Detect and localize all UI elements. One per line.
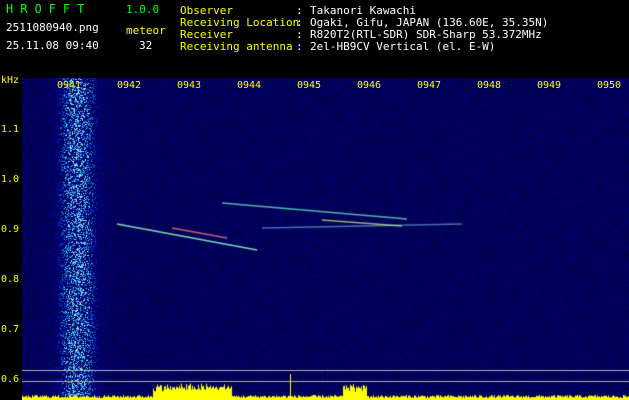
y-tick-label: 0.8 (1, 274, 20, 285)
app-version: 1.0.0 (126, 3, 160, 16)
file-name: 2511080940.png (6, 21, 99, 34)
capture-datetime: 25.11.08 09:40 (6, 39, 99, 52)
hrofft-window: HROFFT 1.0.0 2511080940.png meteor 25.11… (0, 0, 629, 400)
meteor-label: meteor (126, 24, 166, 37)
x-tick-label: 0944 (237, 80, 262, 91)
x-tick-label: 0943 (177, 80, 202, 91)
y-tick-label: 1.0 (1, 174, 20, 185)
x-tick-label: 0950 (597, 80, 622, 91)
app-logo: HROFFT (6, 2, 92, 16)
x-tick-label: 0941 (57, 80, 82, 91)
spectrogram (22, 78, 629, 400)
x-tick-label: 0945 (297, 80, 322, 91)
y-tick-label: 0.9 (1, 224, 20, 235)
y-tick-label: 0.6 (1, 374, 20, 385)
unit-label: kHz (1, 75, 20, 86)
meteor-count: 32 (139, 39, 153, 52)
x-tick-label: 0948 (477, 80, 502, 91)
y-tick-label: 1.1 (1, 124, 20, 135)
antenna-sep: : (296, 40, 303, 53)
x-tick-label: 0949 (537, 80, 562, 91)
y-tick-label: 0.7 (1, 324, 20, 335)
x-tick-label: 0946 (357, 80, 382, 91)
antenna-label: Receiving antenna (180, 40, 293, 53)
antenna-value: 2el-HB9CV Vertical (el. E-W) (310, 40, 496, 53)
x-tick-label: 0947 (417, 80, 442, 91)
x-tick-label: 0942 (117, 80, 142, 91)
